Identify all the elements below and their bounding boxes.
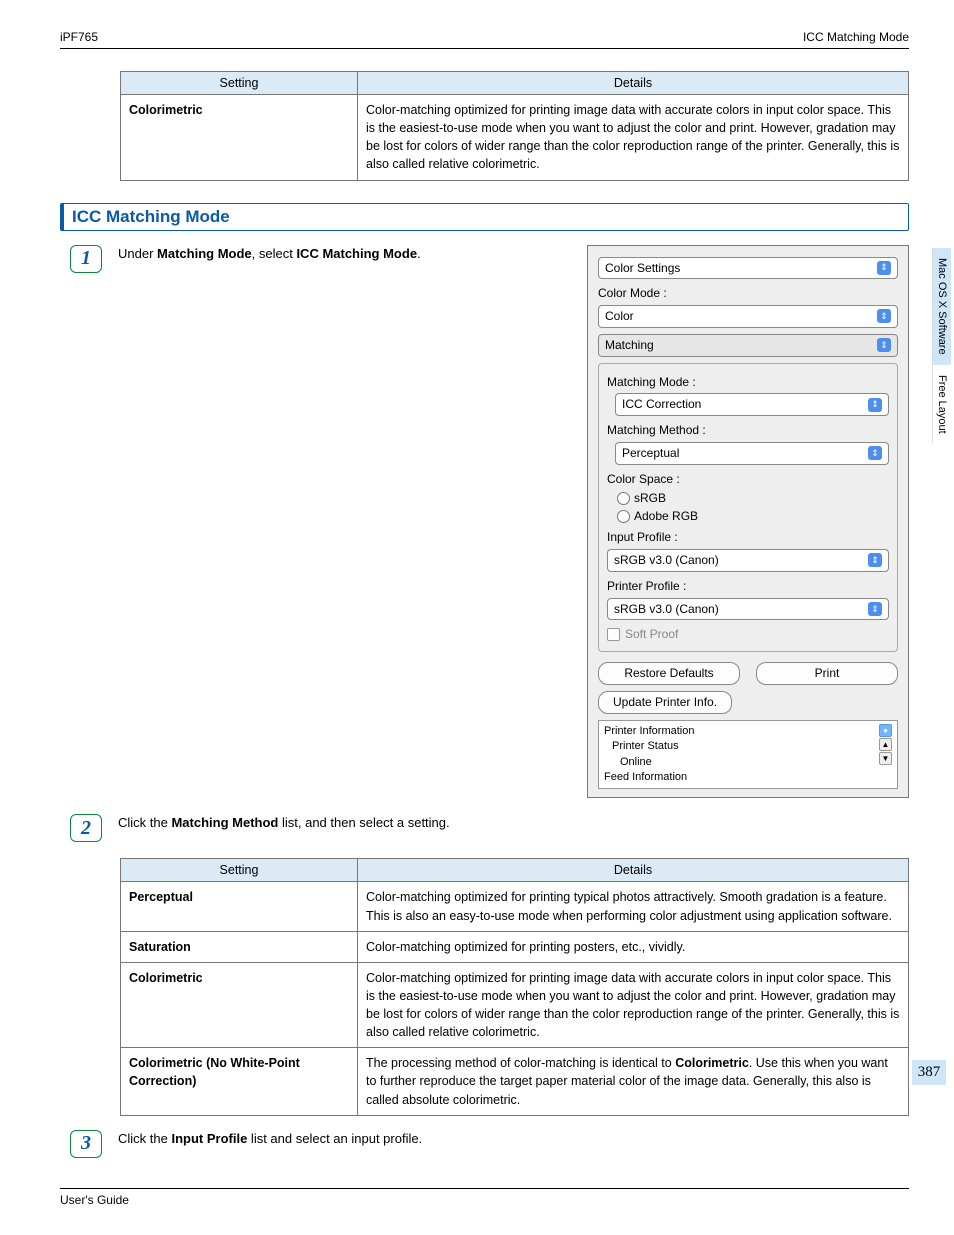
page-header: iPF765 ICC Matching Mode bbox=[60, 30, 909, 49]
printer-profile-select[interactable]: sRGB v3.0 (Canon)⇕ bbox=[607, 598, 889, 621]
step-1-text: Under Matching Mode, select ICC Matching… bbox=[118, 245, 421, 263]
header-left: iPF765 bbox=[60, 30, 98, 44]
chevron-updown-icon: ⇕ bbox=[868, 398, 882, 412]
th-details: Details bbox=[358, 72, 909, 95]
step-3-marker: 3 bbox=[70, 1130, 102, 1158]
th-setting: Setting bbox=[121, 72, 358, 95]
input-profile-select[interactable]: sRGB v3.0 (Canon)⇕ bbox=[607, 549, 889, 572]
matching-method-label: Matching Method : bbox=[607, 422, 889, 439]
input-profile-label: Input Profile : bbox=[607, 529, 889, 546]
color-mode-select[interactable]: Color⇕ bbox=[598, 305, 898, 328]
cell-details: Color-matching optimized for printing ty… bbox=[358, 882, 909, 931]
table-row: Colorimetric (No White-Point Correction)… bbox=[121, 1048, 909, 1115]
color-mode-label: Color Mode : bbox=[598, 285, 898, 302]
step-2-marker: 2 bbox=[70, 814, 102, 842]
restore-defaults-button[interactable]: Restore Defaults bbox=[598, 662, 740, 685]
cell-details: Color-matching optimized for printing im… bbox=[358, 962, 909, 1048]
header-right: ICC Matching Mode bbox=[803, 30, 909, 44]
printer-info-box: Printer Information Printer Status Onlin… bbox=[598, 720, 898, 790]
table-row: Saturation Color-matching optimized for … bbox=[121, 931, 909, 962]
radio-srgb[interactable]: sRGB bbox=[617, 490, 889, 507]
matching-mode-select[interactable]: ICC Correction⇕ bbox=[615, 393, 889, 416]
printer-profile-label: Printer Profile : bbox=[607, 578, 889, 595]
info-icon: ● bbox=[879, 724, 892, 737]
chevron-updown-icon: ⇕ bbox=[877, 261, 891, 275]
arrow-up-icon[interactable]: ▲ bbox=[879, 738, 892, 751]
cell-details: Color-matching optimized for printing im… bbox=[358, 95, 909, 181]
chevron-updown-icon: ⇕ bbox=[868, 553, 882, 567]
arrow-down-icon[interactable]: ▼ bbox=[879, 752, 892, 765]
matching-method-select[interactable]: Perceptual⇕ bbox=[615, 442, 889, 465]
chevron-updown-icon: ⇕ bbox=[877, 309, 891, 323]
step-3-text: Click the Input Profile list and select … bbox=[118, 1130, 909, 1148]
step-2-text: Click the Matching Method list, and then… bbox=[118, 814, 909, 832]
panel-select[interactable]: Color Settings⇕ bbox=[598, 257, 898, 280]
th-setting: Setting bbox=[121, 859, 358, 882]
cell-setting: Colorimetric bbox=[121, 962, 358, 1048]
step-1-marker: 1 bbox=[70, 245, 102, 273]
chevron-updown-icon: ⇕ bbox=[868, 446, 882, 460]
print-button[interactable]: Print bbox=[756, 662, 898, 685]
cell-details: The processing method of color-matching … bbox=[358, 1048, 909, 1115]
table-row: Colorimetric Color-matching optimized fo… bbox=[121, 95, 909, 181]
table-row: Colorimetric Color-matching optimized fo… bbox=[121, 962, 909, 1048]
color-space-label: Color Space : bbox=[607, 471, 889, 488]
chevron-updown-icon: ⇕ bbox=[877, 338, 891, 352]
th-details: Details bbox=[358, 859, 909, 882]
matching-mode-label: Matching Mode : bbox=[607, 374, 889, 391]
matching-method-table: Setting Details Perceptual Color-matchin… bbox=[120, 858, 909, 1115]
footer: User's Guide bbox=[60, 1188, 909, 1207]
top-settings-table: Setting Details Colorimetric Color-match… bbox=[120, 71, 909, 181]
table-row: Perceptual Color-matching optimized for … bbox=[121, 882, 909, 931]
cell-setting: Perceptual bbox=[121, 882, 358, 931]
matching-subpanel: Matching Mode : ICC Correction⇕ Matching… bbox=[598, 363, 898, 653]
cell-setting: Saturation bbox=[121, 931, 358, 962]
soft-proof-checkbox[interactable]: Soft Proof bbox=[607, 626, 889, 643]
info-scrollbar[interactable]: ● ▲ ▼ bbox=[879, 724, 892, 765]
cell-setting: Colorimetric (No White-Point Correction) bbox=[121, 1048, 358, 1115]
update-printer-info-button[interactable]: Update Printer Info. bbox=[598, 691, 732, 714]
cell-details: Color-matching optimized for printing po… bbox=[358, 931, 909, 962]
section-heading: ICC Matching Mode bbox=[60, 203, 909, 231]
matching-tab-select[interactable]: Matching⇕ bbox=[598, 334, 898, 357]
radio-adobergb[interactable]: Adobe RGB bbox=[617, 508, 889, 525]
color-settings-dialog: Color Settings⇕ Color Mode : Color⇕ Matc… bbox=[587, 245, 909, 799]
chevron-updown-icon: ⇕ bbox=[868, 602, 882, 616]
cell-setting: Colorimetric bbox=[121, 95, 358, 181]
